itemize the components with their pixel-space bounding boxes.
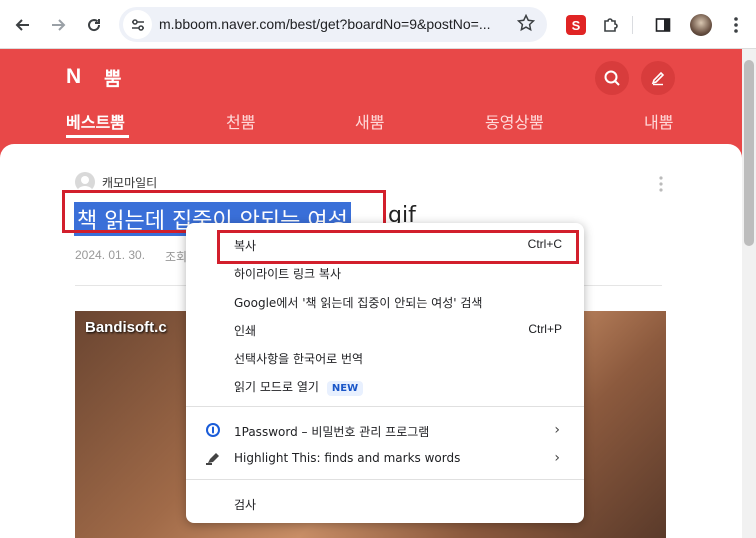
- profile-avatar[interactable]: [684, 8, 718, 42]
- menu-separator: [186, 479, 584, 480]
- tab-mine[interactable]: 내뿜: [644, 109, 673, 133]
- author-name[interactable]: 캐모마일티: [102, 174, 157, 191]
- forward-icon[interactable]: [41, 8, 75, 42]
- highlight-annotation-copy: [217, 230, 579, 264]
- menu-item-label: Google에서 '책 읽는데 집중이 안되는 여성' 검색: [234, 296, 483, 310]
- site-header: N 뿜 베스트뿜 천뿜 새뿜 동영상뿜 내뿜: [0, 49, 742, 144]
- menu-item-label: Highlight This: finds and marks words: [234, 451, 461, 465]
- tab-new[interactable]: 새뿜: [355, 109, 384, 133]
- menu-item-1password[interactable]: 1Password – 비밀번호 관리 프로그램 ›: [186, 416, 584, 444]
- tab-best[interactable]: 베스트뿜: [66, 109, 125, 133]
- reload-icon[interactable]: [77, 8, 111, 42]
- tab-video[interactable]: 동영상뿜: [485, 109, 544, 133]
- 1password-icon: [205, 422, 221, 438]
- menu-separator: [186, 406, 584, 407]
- menu-item-reading-mode[interactable]: 읽기 모드로 열기 NEW: [186, 371, 584, 399]
- submenu-chevron-icon: ›: [554, 450, 560, 466]
- menu-item-shortcut: Ctrl+P: [528, 322, 562, 336]
- toolbar-divider: [632, 16, 633, 34]
- search-icon[interactable]: [595, 61, 629, 95]
- url-text: m.bboom.naver.com/best/get?boardNo=9&pos…: [159, 16, 491, 32]
- site-settings-icon[interactable]: [123, 10, 152, 39]
- tab-cheon[interactable]: 천뿜: [226, 109, 255, 133]
- author-avatar[interactable]: [75, 172, 95, 192]
- menu-item-highlight-this[interactable]: Highlight This: finds and marks words ›: [186, 444, 584, 472]
- extension-icon[interactable]: S: [559, 8, 593, 42]
- menu-item-label: 검사: [234, 498, 257, 512]
- back-icon[interactable]: [6, 8, 40, 42]
- side-panel-icon[interactable]: [646, 8, 680, 42]
- new-badge: NEW: [326, 381, 364, 396]
- menu-item-label: 인쇄: [234, 324, 257, 338]
- context-menu: 복사 Ctrl+C 하이라이트 링크 복사 Google에서 '책 읽는데 집중…: [186, 223, 584, 523]
- menu-item-label: 하이라이트 링크 복사: [234, 267, 341, 281]
- post-more-icon[interactable]: [658, 176, 664, 196]
- address-bar[interactable]: m.bboom.naver.com/best/get?boardNo=9&pos…: [119, 7, 547, 42]
- scrollbar-thumb[interactable]: [744, 60, 754, 246]
- bookmark-star-icon[interactable]: [516, 13, 536, 36]
- reading-mode-text: 읽기 모드로 열기: [234, 380, 319, 394]
- gif-watermark: Bandisoft.c: [85, 319, 167, 336]
- submenu-chevron-icon: ›: [554, 422, 560, 438]
- active-tab-indicator: [66, 135, 129, 138]
- menu-item-translate[interactable]: 선택사항을 한국어로 번역: [186, 343, 584, 371]
- menu-item-label: 1Password – 비밀번호 관리 프로그램: [234, 425, 430, 439]
- post-date: 2024. 01. 30.: [75, 248, 146, 262]
- menu-item-print[interactable]: 인쇄 Ctrl+P: [186, 315, 584, 343]
- browser-toolbar: m.bboom.naver.com/best/get?boardNo=9&pos…: [0, 0, 756, 49]
- naver-logo[interactable]: N: [66, 65, 81, 89]
- menu-item-inspect[interactable]: 검사: [186, 489, 584, 517]
- highlighter-icon: [205, 450, 221, 466]
- kebab-menu-icon[interactable]: [719, 8, 753, 42]
- menu-item-google-search[interactable]: Google에서 '책 읽는데 집중이 안되는 여성' 검색: [186, 287, 584, 315]
- menu-item-label: 읽기 모드로 열기 NEW: [234, 378, 364, 396]
- post-views-label: 조회: [165, 250, 188, 264]
- site-name[interactable]: 뿜: [104, 64, 121, 91]
- puzzle-icon[interactable]: [594, 8, 628, 42]
- write-pencil-icon[interactable]: [641, 61, 675, 95]
- menu-item-label: 선택사항을 한국어로 번역: [234, 352, 364, 366]
